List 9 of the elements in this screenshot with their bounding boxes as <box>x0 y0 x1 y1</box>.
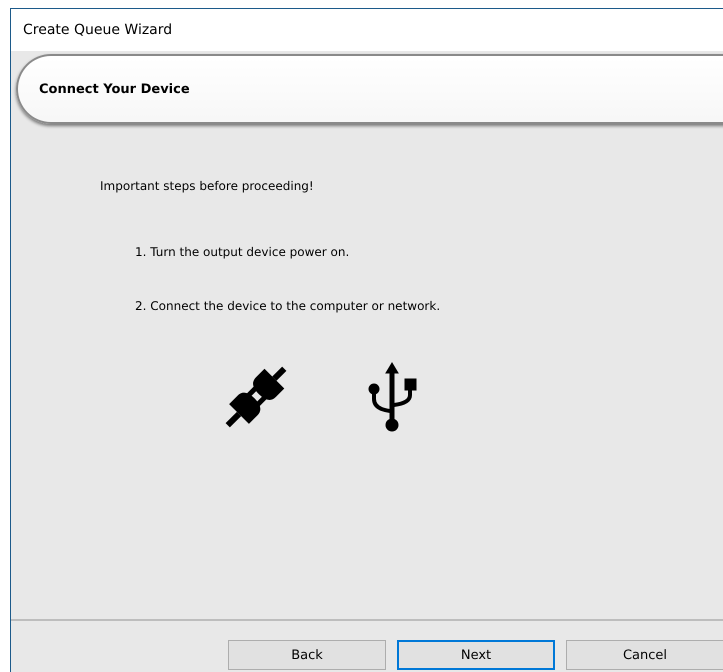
wizard-button[interactable]: Cancel <box>566 640 723 670</box>
step-text: 2. Connect the device to the computer or network. <box>135 299 442 313</box>
page-heading: Connect Your Device <box>39 82 190 96</box>
step-text: 1. Turn the output device power on. <box>135 245 350 259</box>
intro-text: Important steps before proceeding! <box>100 179 315 193</box>
usb-icon <box>366 361 418 433</box>
window-title: Create Queue Wizard <box>23 22 172 38</box>
wizard-button[interactable]: Back <box>228 640 386 670</box>
wizard-button[interactable]: Next <box>397 640 555 670</box>
